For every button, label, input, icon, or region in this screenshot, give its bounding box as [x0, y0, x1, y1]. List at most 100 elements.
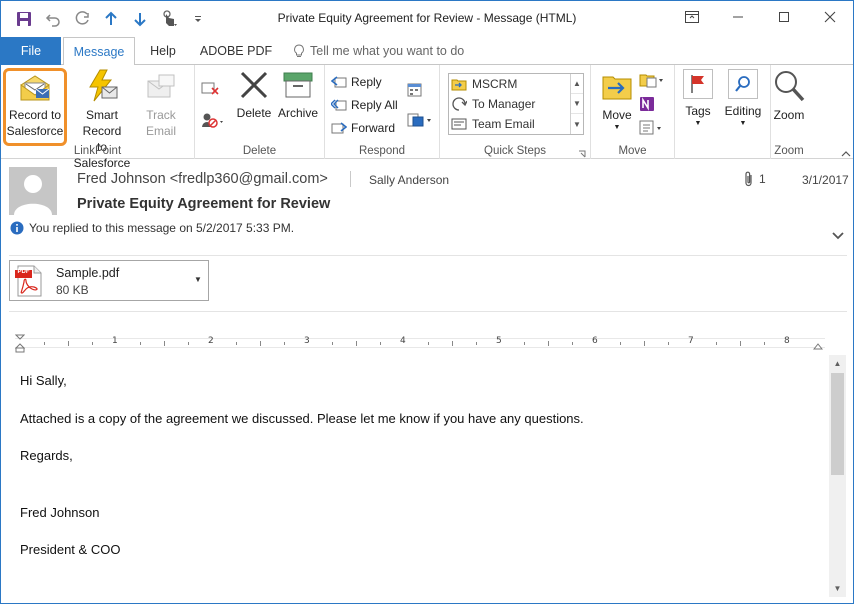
collapse-ribbon-icon[interactable] [841, 147, 851, 157]
recipient[interactable]: Sally Anderson [369, 173, 449, 187]
tab-adobe-pdf[interactable]: ADOBE PDF [197, 37, 275, 65]
more-respond-icon [407, 113, 431, 127]
ruler-tick [452, 341, 453, 346]
group-label-respond: Respond [358, 145, 406, 157]
dialog-launcher-icon[interactable] [578, 147, 586, 158]
forward-button[interactable]: Forward [331, 117, 395, 139]
editing-button[interactable]: Editing ▼ [721, 69, 765, 129]
ruler-number: 6 [592, 336, 598, 346]
move-button[interactable]: Move ▼ [597, 69, 637, 133]
tab-message[interactable]: Message [63, 37, 135, 66]
ruler-bar [15, 338, 825, 348]
message-body[interactable]: Hi Sally, Attached is a copy of the agre… [9, 357, 829, 601]
ruler-tick [716, 342, 717, 345]
ruler-tick [572, 342, 573, 345]
ruler-tick [188, 342, 189, 345]
delete-button[interactable]: Delete [235, 69, 273, 121]
minimize-icon[interactable] [715, 1, 761, 33]
reply-all-icon [331, 99, 347, 111]
ignore-button[interactable] [201, 77, 219, 99]
vertical-scrollbar[interactable]: ▲ ▼ [829, 355, 846, 597]
track-email-button[interactable]: Track Email [140, 69, 182, 139]
attachment-count: 1 [744, 171, 766, 187]
ruler-tick [284, 342, 285, 345]
expand-header-icon[interactable] [831, 229, 845, 243]
ruler-tick [68, 341, 69, 346]
quick-step-to-manager[interactable]: To Manager [451, 94, 535, 114]
onenote-button[interactable] [639, 93, 655, 115]
expand-gallery-icon[interactable]: ▼ [571, 114, 583, 134]
archive-button[interactable]: Archive [275, 69, 321, 121]
quick-step-label: Team Email [472, 117, 535, 131]
meeting-reply-button[interactable] [407, 79, 425, 101]
delete-x-icon [240, 71, 268, 99]
attachment-tile[interactable]: PDF Sample.pdf 80 KB ▼ [9, 260, 209, 301]
info-bar[interactable]: You replied to this message on 5/2/2017 … [10, 221, 294, 235]
ruler: 1 2 3 4 5 6 7 8 [9, 334, 825, 355]
tab-file[interactable]: File [1, 37, 61, 65]
reply-button[interactable]: Reply [331, 71, 382, 93]
group-move: Move ▼ Move [591, 65, 675, 159]
group-label-quick-steps: Quick Steps [484, 145, 546, 157]
tags-button[interactable]: Tags ▼ [681, 69, 715, 129]
onenote-icon [640, 97, 654, 111]
track-line2: Email [145, 124, 176, 138]
attachment-dropdown-icon[interactable]: ▼ [194, 275, 202, 284]
ruler-tick [740, 341, 741, 346]
ruler-number: 1 [112, 336, 118, 346]
ruler-tick [764, 342, 765, 345]
scroll-thumb[interactable] [831, 373, 844, 475]
team-email-icon [451, 118, 467, 130]
right-indent-marker-icon[interactable] [812, 340, 824, 350]
reply-all-button[interactable]: Reply All [331, 94, 398, 116]
junk-icon [202, 113, 223, 128]
group-label-zoom: Zoom [774, 145, 804, 157]
rules-icon [639, 74, 663, 88]
avatar[interactable] [9, 167, 57, 215]
close-icon[interactable] [807, 1, 853, 33]
indent-marker-icon[interactable] [14, 334, 26, 354]
sender[interactable]: Fred Johnson <fredlp360@gmail.com> [77, 171, 328, 187]
attachment-name: Sample.pdf [56, 266, 120, 280]
signature-title: President & COO [20, 542, 121, 557]
quick-steps-scroll: ▲ ▼ ▼ [570, 74, 583, 134]
record-to-salesforce-button[interactable]: Record to Salesforce [3, 68, 67, 146]
ruler-number: 8 [784, 336, 790, 346]
ruler-tick [92, 342, 93, 345]
tell-me-search[interactable]: Tell me what you want to do [293, 37, 473, 65]
scroll-down-arrow-icon[interactable]: ▼ [829, 580, 846, 597]
find-icon [728, 69, 758, 99]
zoom-magnifier-icon [775, 71, 805, 102]
zoom-button[interactable]: Zoom [771, 69, 807, 123]
ruler-tick [428, 342, 429, 345]
tab-help[interactable]: Help [141, 37, 185, 65]
ruler-number: 4 [400, 336, 406, 346]
quick-step-mscrm[interactable]: MSCRM [451, 74, 517, 94]
actions-button[interactable] [639, 117, 665, 139]
header-divider [350, 171, 351, 187]
zoom-label: Zoom [773, 108, 805, 122]
info-icon [10, 221, 24, 235]
rules-button[interactable] [639, 69, 665, 91]
junk-button[interactable] [201, 109, 225, 131]
quick-step-team-email[interactable]: Team Email [451, 114, 535, 134]
archive-label: Archive [277, 106, 318, 120]
move-folder-icon [602, 76, 632, 100]
scroll-down-arrow-icon[interactable]: ▼ [571, 94, 583, 114]
window-controls [669, 1, 853, 33]
editing-label: Editing [724, 104, 762, 118]
maximize-icon[interactable] [761, 1, 807, 33]
scroll-up-arrow-icon[interactable]: ▲ [829, 355, 846, 372]
ruler-tick [332, 342, 333, 345]
signature-name: Fred Johnson [20, 505, 100, 520]
outlook-message-window: Private Equity Agreement for Review - Me… [0, 0, 854, 604]
scroll-up-arrow-icon[interactable]: ▲ [571, 74, 583, 94]
ribbon-display-icon[interactable] [669, 1, 715, 33]
attachment-count-value: 1 [759, 172, 766, 186]
ruler-tick [548, 341, 549, 346]
quick-steps-gallery: MSCRM To Manager Team Email ▲ ▼ ▼ [448, 73, 584, 135]
meeting-icon [407, 83, 422, 97]
more-respond-button[interactable] [407, 109, 433, 131]
ruler-tick [644, 341, 645, 346]
reply-label: Reply [351, 75, 382, 89]
